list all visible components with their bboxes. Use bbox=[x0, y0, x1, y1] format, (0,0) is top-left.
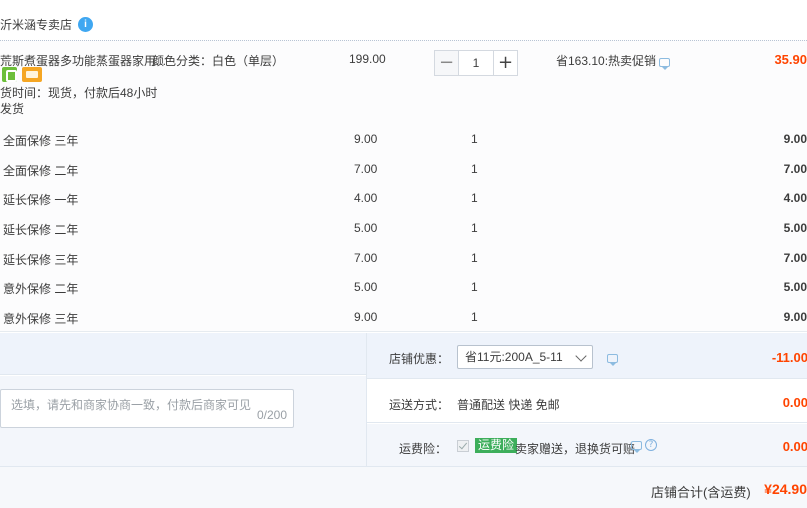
service-row: 延长保修 二年 5.00 1 5.00 bbox=[0, 221, 807, 241]
service-total: 7.00 bbox=[783, 162, 807, 176]
service-total: 5.00 bbox=[783, 280, 807, 294]
service-qty: 1 bbox=[471, 280, 478, 294]
product-tag-icons bbox=[2, 67, 42, 82]
insurance-label: 运费险： bbox=[399, 442, 448, 456]
help-icon[interactable]: ? bbox=[645, 439, 657, 451]
chevron-down-icon bbox=[575, 350, 587, 362]
service-qty: 1 bbox=[471, 251, 478, 265]
service-total: 9.00 bbox=[783, 132, 807, 146]
order-summary-panel: 店铺优惠： 省11元:200A_5-11 -11.00 运送方式： 普通配送 快… bbox=[366, 333, 807, 466]
shipping-row: 运送方式： 普通配送 快递 免邮 0.00 bbox=[367, 380, 807, 423]
coupon-amount: -11.00 bbox=[771, 350, 807, 365]
service-row: 全面保修 二年 7.00 1 7.00 bbox=[0, 162, 807, 182]
promo-chat-icon[interactable] bbox=[659, 58, 670, 70]
service-row: 全面保修 三年 9.00 1 9.00 bbox=[0, 132, 807, 152]
memo-area-top bbox=[0, 333, 366, 375]
decrease-quantity-button[interactable]: − bbox=[434, 50, 459, 76]
service-row: 延长保修 三年 7.00 1 7.00 bbox=[0, 251, 807, 271]
shop-total-amount: ¥24.90 bbox=[764, 481, 807, 497]
memo-char-counter: 0/200 bbox=[256, 408, 287, 422]
service-price: 9.00 bbox=[354, 310, 378, 324]
service-name: 延长保修 二年 bbox=[3, 223, 79, 237]
service-name: 延长保修 一年 bbox=[3, 193, 79, 207]
insurance-checkbox[interactable] bbox=[457, 440, 469, 452]
shop-badge-icon[interactable]: i bbox=[78, 16, 94, 32]
insurance-amount: 0.00 bbox=[782, 439, 807, 454]
shop-name-link[interactable]: 沂米涵专卖店 bbox=[0, 16, 72, 33]
shipping-amount: 0.00 bbox=[782, 395, 807, 410]
service-qty: 1 bbox=[471, 221, 478, 235]
coupon-label: 店铺优惠： bbox=[389, 352, 450, 366]
service-price: 7.00 bbox=[354, 251, 378, 265]
service-name: 全面保修 三年 bbox=[3, 134, 79, 148]
shipping-insurance-row: 运费险： 运费险 卖家赠送，退换货可赔 ? 0.00 bbox=[367, 424, 807, 466]
service-price: 5.00 bbox=[354, 221, 378, 235]
quantity-input[interactable] bbox=[459, 50, 493, 76]
promo-text: 省163.10:热卖促销 bbox=[556, 54, 657, 68]
increase-quantity-button[interactable]: + bbox=[493, 50, 518, 76]
buyer-memo-input[interactable]: 选填，请先和商家协商一致，付款后商家可见 0/200 bbox=[0, 389, 294, 428]
service-price: 9.00 bbox=[354, 132, 378, 146]
service-price: 5.00 bbox=[354, 280, 378, 294]
service-row: 延长保修 一年 4.00 1 4.00 bbox=[0, 191, 807, 211]
service-row: 意外保修 三年 9.00 1 9.00 bbox=[0, 310, 807, 330]
service-total: 9.00 bbox=[783, 310, 807, 324]
coupon-selected-value: 省11元:200A_5-11 bbox=[465, 350, 563, 364]
coupon-chat-icon[interactable] bbox=[607, 354, 618, 366]
service-row: 意外保修 二年 5.00 1 5.00 bbox=[0, 280, 807, 300]
shop-header: 沂米涵专卖店 i bbox=[0, 14, 94, 34]
insurance-chat-icon[interactable] bbox=[631, 441, 642, 453]
service-qty: 1 bbox=[471, 162, 478, 176]
service-price: 4.00 bbox=[354, 191, 378, 205]
shop-total-bar: 店铺合计(含运费) ¥24.90 bbox=[0, 466, 807, 508]
service-name: 延长保修 三年 bbox=[3, 253, 79, 267]
service-name: 意外保修 二年 bbox=[3, 282, 79, 296]
delivery-time-cont: 发货 bbox=[0, 102, 25, 116]
item-total: 35.90 bbox=[774, 52, 807, 67]
shop-total-label: 店铺合计(含运费) bbox=[651, 485, 751, 500]
service-total: 4.00 bbox=[783, 191, 807, 205]
quantity-stepper: − + bbox=[434, 50, 518, 76]
product-spec: 颜色分类：白色（单层） bbox=[152, 54, 285, 68]
product-price: 199.00 bbox=[349, 52, 386, 66]
coupon-select[interactable]: 省11元:200A_5-11 bbox=[457, 345, 593, 369]
service-total: 5.00 bbox=[783, 221, 807, 235]
guarantee-icon[interactable] bbox=[2, 67, 17, 82]
card-icon[interactable] bbox=[22, 67, 42, 82]
insurance-description: 卖家赠送，退换货可赔 bbox=[515, 442, 636, 456]
shipping-label: 运送方式： bbox=[389, 398, 450, 412]
service-name: 意外保修 三年 bbox=[3, 312, 79, 326]
service-total: 7.00 bbox=[783, 251, 807, 265]
service-name: 全面保修 二年 bbox=[3, 164, 79, 178]
service-qty: 1 bbox=[471, 132, 478, 146]
delivery-time: 货时间：现货，付款后48小时 bbox=[0, 86, 158, 100]
service-qty: 1 bbox=[471, 191, 478, 205]
service-qty: 1 bbox=[471, 310, 478, 324]
memo-placeholder: 选填，请先和商家协商一致，付款后商家可见 bbox=[11, 398, 252, 412]
service-price: 7.00 bbox=[354, 162, 378, 176]
shipping-method: 普通配送 快递 免邮 bbox=[457, 398, 560, 412]
insurance-badge: 运费险 bbox=[475, 438, 518, 453]
coupon-row: 店铺优惠： 省11元:200A_5-11 -11.00 bbox=[367, 333, 807, 379]
